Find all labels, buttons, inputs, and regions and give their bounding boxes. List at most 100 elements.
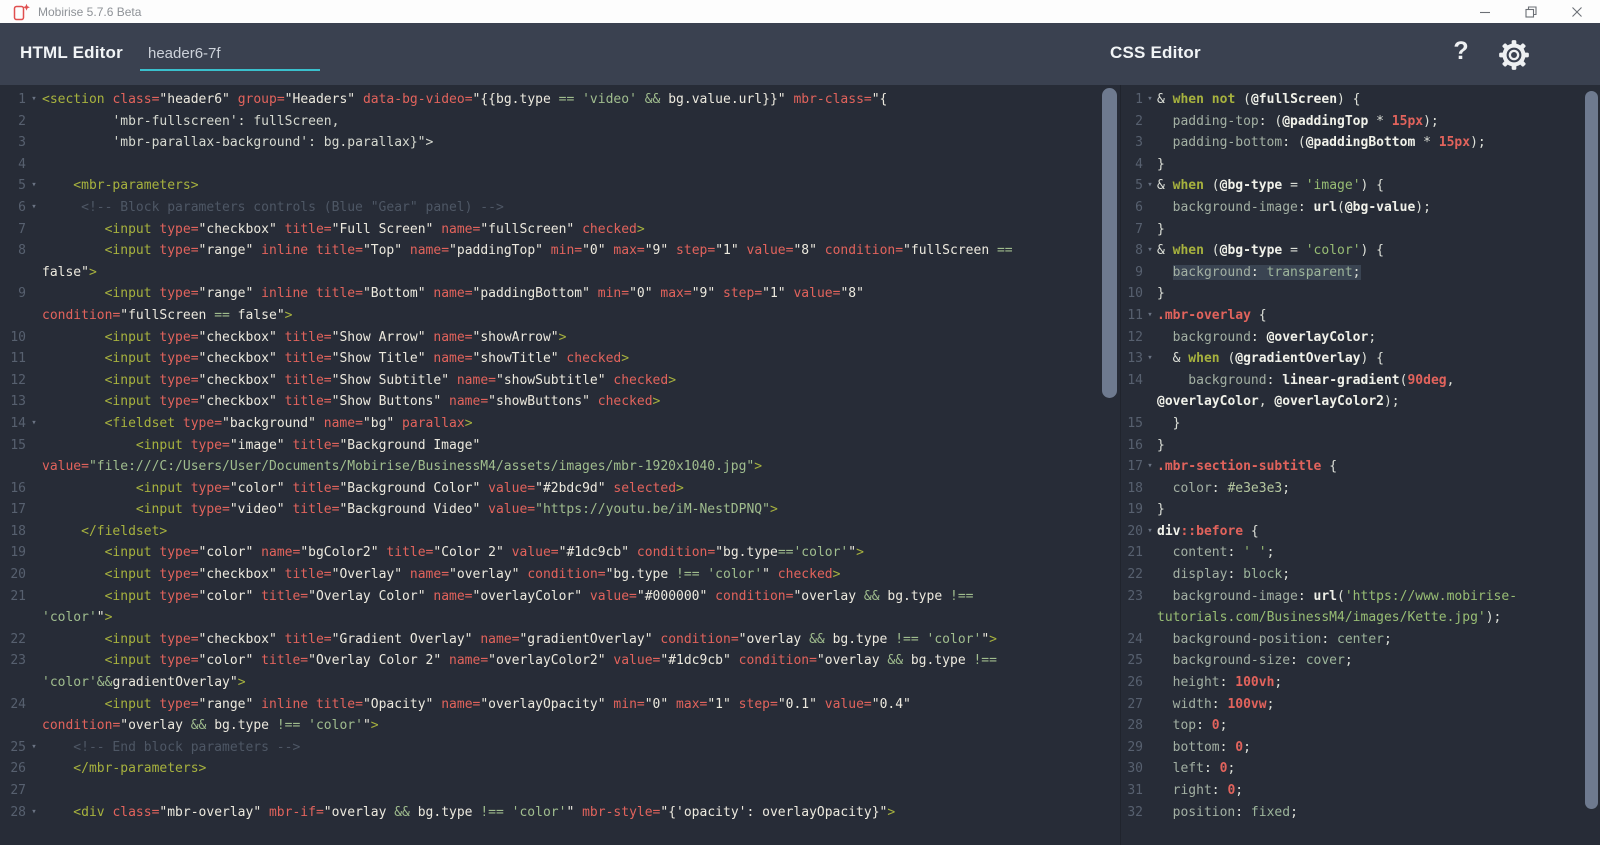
fold-arrow-icon[interactable]: ▾ xyxy=(1143,175,1157,197)
line-number: 26 xyxy=(1121,672,1143,694)
line-number: 19 xyxy=(0,542,26,564)
fold-gutter xyxy=(26,672,42,694)
line-number: 23 xyxy=(0,650,26,672)
gear-icon[interactable] xyxy=(1496,37,1536,77)
line-number xyxy=(0,262,26,284)
fold-gutter xyxy=(1143,111,1157,133)
html-editor-scrollbar[interactable] xyxy=(1102,88,1117,398)
code-row: condition="overlay && bg.type !== 'color… xyxy=(0,715,1103,737)
fold-gutter xyxy=(1143,197,1157,219)
line-number xyxy=(0,672,26,694)
code-row: 25background-size: cover; xyxy=(1121,650,1586,672)
fold-gutter xyxy=(26,780,42,802)
fold-gutter xyxy=(1143,478,1157,500)
fold-gutter xyxy=(26,758,42,780)
line-number: 20 xyxy=(1121,521,1143,543)
line-number: 28 xyxy=(1121,715,1143,737)
fold-arrow-icon[interactable]: ▾ xyxy=(1143,521,1157,543)
fold-arrow-icon[interactable]: ▾ xyxy=(26,175,42,197)
code-row: 13▾& when (@gradientOverlay) { xyxy=(1121,348,1586,370)
line-number: 3 xyxy=(0,132,26,154)
fold-gutter xyxy=(26,348,42,370)
fold-arrow-icon[interactable]: ▾ xyxy=(1143,89,1157,111)
code-row: 28top: 0; xyxy=(1121,715,1586,737)
fold-arrow-icon[interactable]: ▾ xyxy=(26,89,42,111)
code-row: 1▾<section class="header6" group="Header… xyxy=(0,89,1103,111)
line-number: 4 xyxy=(0,154,26,176)
line-number: 2 xyxy=(0,111,26,133)
fold-gutter xyxy=(26,715,42,737)
fold-gutter xyxy=(1143,780,1157,802)
file-tab[interactable]: header6-7f xyxy=(140,39,320,71)
line-number xyxy=(0,607,26,629)
fold-arrow-icon[interactable]: ▾ xyxy=(26,413,42,435)
code-row: tutorials.com/BusinessM4/images/Kette.jp… xyxy=(1121,607,1586,629)
line-number: 9 xyxy=(1121,262,1143,284)
code-row: 31right: 0; xyxy=(1121,780,1586,802)
app-logo-icon xyxy=(12,3,32,21)
fold-gutter xyxy=(1143,650,1157,672)
fold-gutter xyxy=(1143,715,1157,737)
line-number: 10 xyxy=(0,327,26,349)
line-number: 11 xyxy=(1121,305,1143,327)
line-number: 6 xyxy=(0,197,26,219)
line-number: 2 xyxy=(1121,111,1143,133)
code-row: 15<input type="image" title="Background … xyxy=(0,435,1103,457)
line-number: 24 xyxy=(0,694,26,716)
code-row: 27 xyxy=(0,780,1103,802)
line-number: 1 xyxy=(0,89,26,111)
fold-gutter xyxy=(26,240,42,262)
line-number: 6 xyxy=(1121,197,1143,219)
minimize-button[interactable] xyxy=(1462,0,1508,23)
line-number: 30 xyxy=(1121,758,1143,780)
code-row: 6background-image: url(@bg-value); xyxy=(1121,197,1586,219)
code-row: 12<input type="checkbox" title="Show Sub… xyxy=(0,370,1103,392)
fold-gutter xyxy=(26,586,42,608)
fold-arrow-icon[interactable]: ▾ xyxy=(1143,240,1157,262)
line-number: 21 xyxy=(1121,542,1143,564)
line-number: 17 xyxy=(0,499,26,521)
fold-arrow-icon[interactable]: ▾ xyxy=(1143,305,1157,327)
fold-arrow-icon[interactable]: ▾ xyxy=(1143,456,1157,478)
fold-arrow-icon[interactable]: ▾ xyxy=(1143,348,1157,370)
help-icon[interactable]: ? xyxy=(1444,37,1478,66)
line-number: 17 xyxy=(1121,456,1143,478)
fold-gutter xyxy=(26,629,42,651)
fold-gutter xyxy=(1143,262,1157,284)
code-row: 2padding-top: (@paddingTop * 15px); xyxy=(1121,111,1586,133)
fold-gutter xyxy=(26,542,42,564)
fold-gutter xyxy=(1143,499,1157,521)
code-row: 3padding-bottom: (@paddingBottom * 15px)… xyxy=(1121,132,1586,154)
code-row: 17▾.mbr-section-subtitle { xyxy=(1121,456,1586,478)
fold-gutter xyxy=(26,499,42,521)
fold-gutter xyxy=(1143,629,1157,651)
line-number: 14 xyxy=(0,413,26,435)
css-editor-scrollbar[interactable] xyxy=(1585,91,1598,809)
line-number: 29 xyxy=(1121,737,1143,759)
line-number: 28 xyxy=(0,802,26,824)
html-editor-panel[interactable]: 1▾<section class="header6" group="Header… xyxy=(0,85,1103,845)
line-number xyxy=(1121,391,1143,413)
code-row: 24background-position: center; xyxy=(1121,629,1586,651)
line-number: 12 xyxy=(0,370,26,392)
fold-arrow-icon[interactable]: ▾ xyxy=(26,802,42,824)
fold-gutter xyxy=(26,154,42,176)
fold-gutter xyxy=(1143,283,1157,305)
line-number xyxy=(0,305,26,327)
code-row: 28▾<div class="mbr-overlay" mbr-if="over… xyxy=(0,802,1103,824)
code-row: 21<input type="color" title="Overlay Col… xyxy=(0,586,1103,608)
fold-gutter xyxy=(26,132,42,154)
fold-arrow-icon[interactable]: ▾ xyxy=(26,737,42,759)
line-number: 23 xyxy=(1121,586,1143,608)
line-number: 22 xyxy=(0,629,26,651)
code-row: 10} xyxy=(1121,283,1586,305)
fold-gutter xyxy=(1143,672,1157,694)
restore-button[interactable] xyxy=(1508,0,1554,23)
fold-gutter xyxy=(1143,370,1157,392)
fold-arrow-icon[interactable]: ▾ xyxy=(26,197,42,219)
line-number: 15 xyxy=(1121,413,1143,435)
fold-gutter xyxy=(26,478,42,500)
code-row: 'color'&&gradientOverlay"> xyxy=(0,672,1103,694)
css-editor-panel[interactable]: 1▾& when not (@fullScreen) {2padding-top… xyxy=(1120,85,1586,845)
close-button[interactable] xyxy=(1554,0,1600,23)
